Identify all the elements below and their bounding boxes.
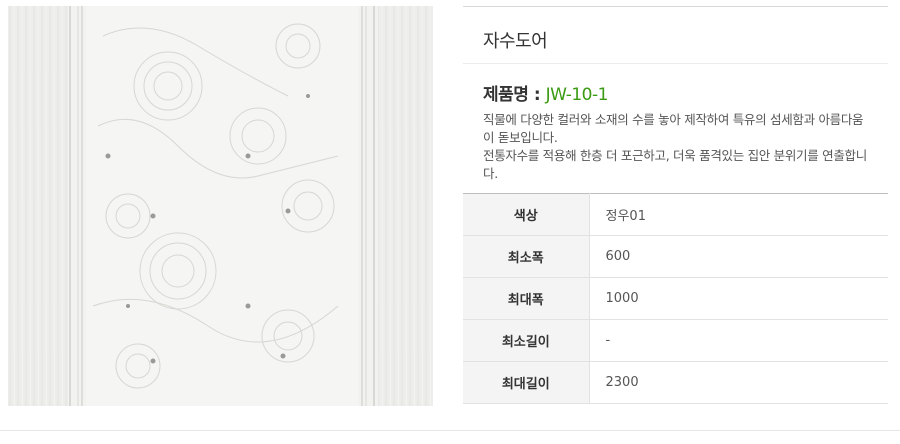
spec-value: 1000: [589, 277, 888, 320]
product-name-separator: :: [533, 85, 541, 105]
bottom-divider: [0, 430, 900, 431]
spec-value: 2300: [589, 361, 888, 404]
spec-value: -: [589, 319, 888, 362]
spec-table: 색상 정우01 최소폭 600 최대폭 1000 최소길이 - 최대길이 230…: [463, 193, 888, 404]
spec-label: 최소폭: [463, 235, 590, 278]
spec-row-color: 색상 정우01: [463, 193, 888, 236]
product-image: [8, 6, 433, 406]
spec-value: 600: [589, 235, 888, 278]
category-title: 자수도어: [463, 6, 888, 64]
spec-row-max-length: 최대길이 2300: [463, 361, 888, 404]
description-line-2: 전통자수를 적용해 한층 더 포근하고, 더욱 품격있는 집안 분위기를 연출합…: [483, 148, 867, 181]
spec-label: 최대폭: [463, 277, 590, 320]
product-info: 자수도어 제품명 : JW-10-1 직물에 다양한 컬러와 소재의 수를 놓아…: [463, 6, 888, 404]
product-name: 제품명 : JW-10-1: [483, 80, 888, 105]
spec-label: 최소길이: [463, 319, 590, 362]
spec-label: 색상: [463, 193, 590, 236]
product-code: JW-10-1: [545, 85, 609, 105]
description-line-1: 직물에 다양한 컬러와 소재의 수를 놓아 제작하여 특유의 섬세함과 아름다움…: [483, 112, 864, 145]
product-description: 직물에 다양한 컬러와 소재의 수를 놓아 제작하여 특유의 섬세함과 아름다움…: [483, 111, 868, 183]
spec-row-max-width: 최대폭 1000: [463, 277, 888, 320]
spec-row-min-length: 최소길이 -: [463, 319, 888, 362]
spec-row-min-width: 최소폭 600: [463, 235, 888, 278]
product-name-label: 제품명: [483, 85, 529, 105]
spec-label: 최대길이: [463, 361, 590, 404]
spec-value: 정우01: [589, 193, 888, 236]
